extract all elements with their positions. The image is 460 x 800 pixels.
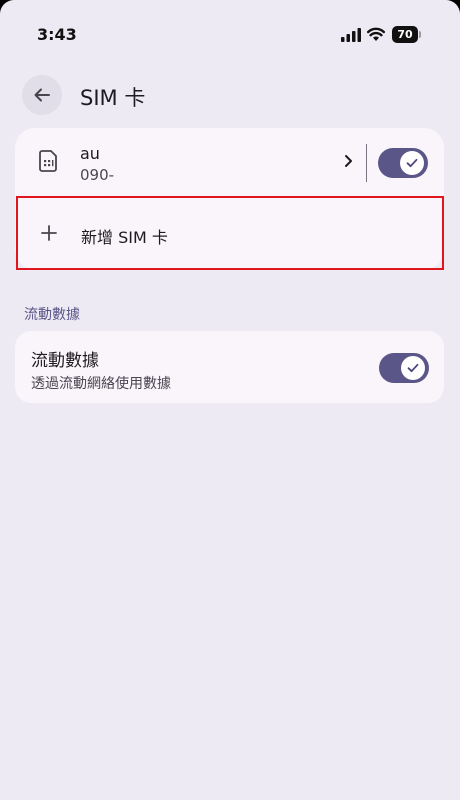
wifi-icon xyxy=(367,27,385,41)
status-time: 3:43 xyxy=(37,25,77,44)
screen: 3:43 70 SIM 卡 au 090- 新增 SIM 卡 流動數據 流動數據… xyxy=(0,0,460,800)
sim-toggle[interactable] xyxy=(378,148,428,178)
page-title: SIM 卡 xyxy=(80,86,146,110)
signal-icon xyxy=(341,28,361,42)
back-arrow-icon xyxy=(34,88,50,102)
section-header-mobile-data: 流動數據 xyxy=(24,307,80,323)
chevron-right-icon xyxy=(345,155,352,167)
battery-level: 70 xyxy=(392,26,418,43)
sim-card-icon xyxy=(39,150,57,172)
plus-icon xyxy=(41,225,57,241)
mobile-data-title: 流動數據 xyxy=(31,351,99,371)
checkmark-icon xyxy=(406,158,418,168)
status-bar: 3:43 70 xyxy=(0,0,460,70)
add-sim-label: 新增 SIM 卡 xyxy=(81,228,168,247)
sim-phone-number: 090- xyxy=(80,166,115,184)
sim-carrier-name: au xyxy=(80,144,100,163)
back-button[interactable] xyxy=(22,75,62,115)
mobile-data-row[interactable]: 流動數據 透過流動網絡使用數據 xyxy=(15,331,444,403)
toggle-knob xyxy=(400,151,424,175)
add-sim-button[interactable]: 新增 SIM 卡 xyxy=(16,196,444,270)
battery-icon: 70 xyxy=(392,26,421,43)
toggle-knob xyxy=(401,356,425,380)
mobile-data-subtitle: 透過流動網絡使用數據 xyxy=(31,376,171,392)
mobile-data-toggle[interactable] xyxy=(379,353,429,383)
checkmark-icon xyxy=(407,363,419,373)
battery-tip xyxy=(419,31,421,38)
divider xyxy=(366,144,367,182)
